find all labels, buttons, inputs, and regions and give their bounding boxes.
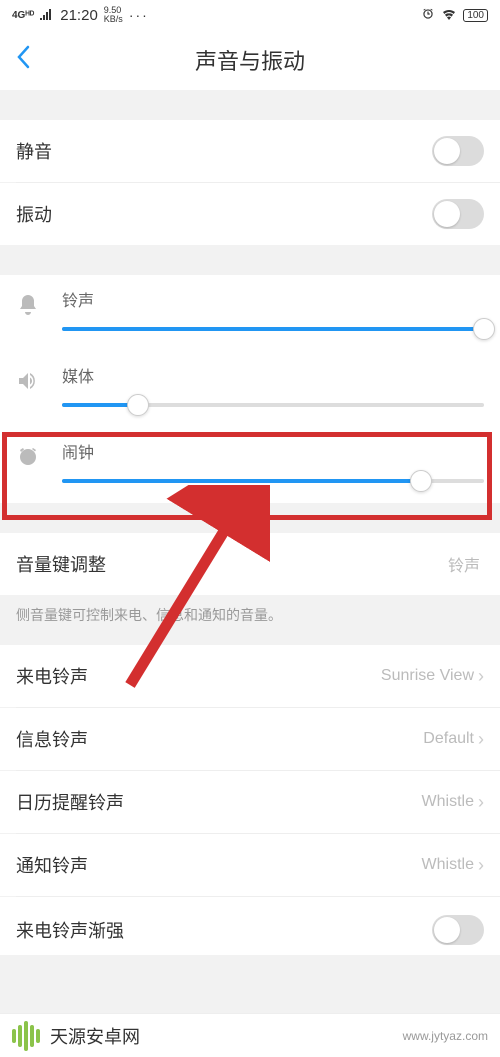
volume-key-label: 音量键调整 — [16, 551, 448, 577]
chevron-right-icon: › — [478, 792, 484, 813]
network-indicator: 4Gᴴᴰ — [12, 10, 34, 21]
ringtone-slider-label: 铃声 — [62, 287, 484, 311]
alarm-status-icon — [421, 7, 435, 24]
watermark-text: 天源安卓网 — [50, 1023, 403, 1049]
watermark-url: www.jytyaz.com — [403, 1029, 488, 1043]
clock-icon — [16, 445, 48, 474]
chevron-right-icon: › — [478, 666, 484, 687]
alarm-slider[interactable] — [62, 479, 484, 483]
mute-label: 静音 — [16, 138, 432, 164]
bell-icon — [16, 293, 48, 322]
notification-ringtone-row[interactable]: 通知铃声 Whistle › — [0, 834, 500, 896]
incoming-ringtone-row[interactable]: 来电铃声 Sunrise View › — [0, 645, 500, 707]
chevron-right-icon: › — [478, 729, 484, 750]
wifi-icon — [441, 8, 457, 23]
volume-key-row[interactable]: 音量键调整 铃声 — [0, 533, 500, 595]
mute-row[interactable]: 静音 — [0, 120, 500, 182]
message-ringtone-row[interactable]: 信息铃声 Default › — [0, 708, 500, 770]
back-button[interactable] — [16, 44, 30, 76]
alarm-slider-row: 闹钟 — [0, 427, 500, 503]
speaker-icon — [16, 369, 48, 398]
status-bar: 4Gᴴᴰ 21:20 9.50 KB/s ··· 100 — [0, 0, 500, 30]
volume-key-description: 侧音量键可控制来电、信息和通知的音量。 — [0, 595, 500, 645]
vibrate-label: 振动 — [16, 201, 432, 227]
status-time: 21:20 — [60, 7, 98, 24]
media-slider[interactable] — [62, 403, 484, 407]
ringtone-slider[interactable] — [62, 327, 484, 331]
media-slider-row: 媒体 — [0, 351, 500, 427]
vibrate-toggle[interactable] — [432, 199, 484, 229]
alarm-slider-label: 闹钟 — [62, 439, 484, 463]
crescendo-row[interactable]: 来电铃声渐强 — [0, 897, 500, 955]
watermark-bar: 天源安卓网 www.jytyaz.com — [0, 1013, 500, 1057]
vibrate-row[interactable]: 振动 — [0, 183, 500, 245]
page-header: 声音与振动 — [0, 30, 500, 90]
media-slider-label: 媒体 — [62, 363, 484, 387]
volume-key-value: 铃声 — [448, 552, 480, 576]
speed-indicator: 9.50 KB/s — [104, 6, 123, 24]
mute-toggle[interactable] — [432, 136, 484, 166]
signal-bars-icon — [40, 8, 54, 23]
ringtone-slider-row: 铃声 — [0, 275, 500, 351]
crescendo-toggle[interactable] — [432, 915, 484, 945]
battery-indicator: 100 — [463, 9, 488, 22]
watermark-logo-icon — [12, 1021, 40, 1051]
page-title: 声音与振动 — [0, 44, 500, 76]
chevron-right-icon: › — [478, 855, 484, 876]
calendar-ringtone-row[interactable]: 日历提醒铃声 Whistle › — [0, 771, 500, 833]
more-indicator: ··· — [129, 7, 149, 23]
